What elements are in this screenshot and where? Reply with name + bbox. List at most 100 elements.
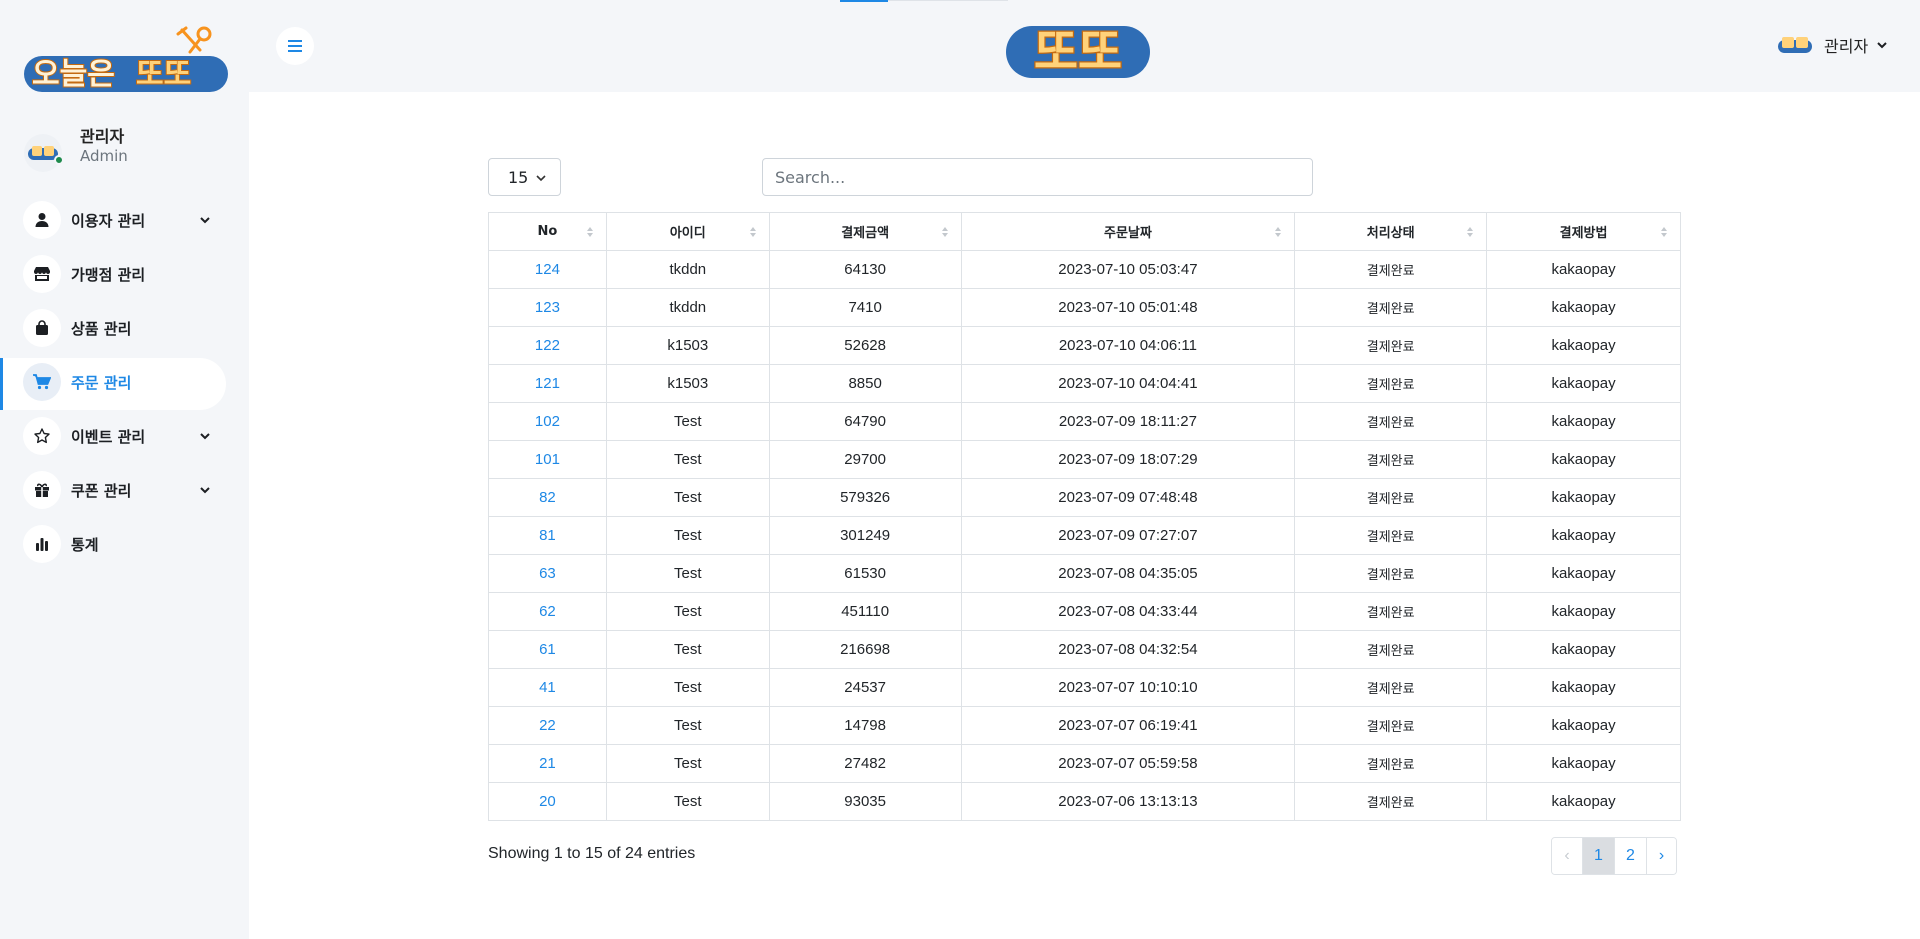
sidebar-item-stores[interactable]: 가맹점 관리: [0, 247, 249, 301]
table-row[interactable]: 82 Test 579326 2023-07-09 07:48:48 결제완료 kakao…: [488, 478, 1681, 517]
table-cell-no[interactable]: 124: [488, 250, 607, 289]
table-row[interactable]: 20 Test 93035 2023-07-06 13:13:13 결제완료 kakaop…: [488, 782, 1681, 821]
sidebar-toggle-button[interactable]: [276, 27, 314, 65]
sidebar-item-label: 가맹점 관리: [71, 265, 146, 284]
table-cell-no[interactable]: 122: [488, 326, 607, 365]
table-cell-status: 결제완료: [1294, 402, 1488, 441]
chevron-down-icon: [200, 217, 210, 224]
table-cell-order-date: 2023-07-10 04:04:41: [960, 364, 1296, 403]
pagination-next[interactable]: ›: [1646, 838, 1676, 874]
chevron-down-icon: [536, 175, 546, 182]
table-cell-no[interactable]: 62: [488, 592, 607, 631]
table-row[interactable]: 102 Test 64790 2023-07-09 18:11:27 결제완료 kakao…: [488, 402, 1681, 441]
chevron-down-icon: [200, 433, 210, 440]
star-icon: [23, 417, 61, 455]
table-cell-status: 결제완료: [1294, 516, 1488, 555]
table-cell-status: 결제완료: [1294, 364, 1488, 403]
table-cell-no[interactable]: 81: [488, 516, 607, 555]
table-cell-no[interactable]: 102: [488, 402, 607, 441]
column-header-id[interactable]: 아이디: [605, 212, 770, 251]
column-header-amount[interactable]: 결제금액: [768, 212, 962, 251]
table-row[interactable]: 63 Test 61530 2023-07-08 04:35:05 결제완료 kakaop…: [488, 554, 1681, 593]
table-row[interactable]: 122 k1503 52628 2023-07-10 04:06:11 결제완료 kaka…: [488, 326, 1681, 365]
column-header-status[interactable]: 처리상태: [1294, 212, 1488, 251]
sort-icon: [586, 227, 593, 237]
header-logo[interactable]: 또또: [1004, 14, 1152, 81]
table-cell-no[interactable]: 123: [488, 288, 607, 327]
table-cell-no[interactable]: 63: [488, 554, 607, 593]
pagination-page-2[interactable]: 2: [1614, 838, 1646, 874]
table-cell-no[interactable]: 82: [488, 478, 607, 517]
table-cell-no[interactable]: 22: [488, 706, 607, 745]
table-cell-status: 결제완료: [1294, 288, 1488, 327]
table-cell-status: 결제완료: [1294, 630, 1488, 669]
table-cell-order-date: 2023-07-07 06:19:41: [960, 706, 1296, 745]
table-row[interactable]: 81 Test 301249 2023-07-09 07:27:07 결제완료 kakao…: [488, 516, 1681, 555]
table-cell-payment-method: kakaopay: [1486, 516, 1681, 555]
sidebar-item-events[interactable]: 이벤트 관리: [0, 409, 249, 463]
table-cell-amount: 451110: [768, 592, 962, 631]
page-length-select[interactable]: 15: [488, 158, 561, 196]
brand-logo[interactable]: 오늘은 또또: [24, 26, 228, 93]
sidebar-menu: 이용자 관리 가맹점 관리 상품 관리 주문 관리 이벤트 관리 쿠폰 관리 통…: [0, 193, 249, 571]
table-cell-id: Test: [605, 554, 770, 593]
table-row[interactable]: 101 Test 29700 2023-07-09 18:07:29 결제완료 kakao…: [488, 440, 1681, 479]
user-menu[interactable]: 관리자: [1778, 32, 1888, 58]
sidebar-item-users[interactable]: 이용자 관리: [0, 193, 249, 247]
table-row[interactable]: 62 Test 451110 2023-07-08 04:33:44 결제완료 kakao…: [488, 592, 1681, 631]
table-cell-id: tkddn: [605, 288, 770, 327]
online-status-dot: [54, 155, 64, 165]
sidebar-item-products[interactable]: 상품 관리: [0, 301, 249, 355]
table-cell-no[interactable]: 20: [488, 782, 607, 821]
table-cell-payment-method: kakaopay: [1486, 478, 1681, 517]
store-icon: [23, 255, 61, 293]
table-cell-order-date: 2023-07-10 05:03:47: [960, 250, 1296, 289]
shopping-bag-icon: [23, 309, 61, 347]
sort-icon: [749, 227, 756, 237]
table-row[interactable]: 21 Test 27482 2023-07-07 05:59:58 결제완료 kakaop…: [488, 744, 1681, 783]
column-header-no[interactable]: No: [488, 212, 607, 251]
table-cell-no[interactable]: 121: [488, 364, 607, 403]
column-header-order-date[interactable]: 주문날짜: [960, 212, 1296, 251]
table-cell-amount: 61530: [768, 554, 962, 593]
person-icon: [23, 201, 61, 239]
table-row[interactable]: 61 Test 216698 2023-07-08 04:32:54 결제완료 kakao…: [488, 630, 1681, 669]
pagination-previous[interactable]: ‹: [1552, 838, 1582, 874]
table-row[interactable]: 22 Test 14798 2023-07-07 06:19:41 결제완료 kakaop…: [488, 706, 1681, 745]
table-cell-order-date: 2023-07-08 04:32:54: [960, 630, 1296, 669]
table-cell-payment-method: kakaopay: [1486, 554, 1681, 593]
table-info: Showing 1 to 15 of 24 entries: [488, 845, 696, 862]
table-cell-id: k1503: [605, 326, 770, 365]
table-cell-no[interactable]: 61: [488, 630, 607, 669]
table-row[interactable]: 124 tkddn 64130 2023-07-10 05:03:47 결제완료 kaka…: [488, 250, 1681, 289]
table-cell-no[interactable]: 41: [488, 668, 607, 707]
table-cell-id: k1503: [605, 364, 770, 403]
table-cell-order-date: 2023-07-09 18:07:29: [960, 440, 1296, 479]
table-row[interactable]: 41 Test 24537 2023-07-07 10:10:10 결제완료 kakaop…: [488, 668, 1681, 707]
sidebar-item-orders[interactable]: 주문 관리: [0, 355, 249, 410]
sidebar-item-statistics[interactable]: 통계: [0, 517, 249, 571]
sidebar-item-coupons[interactable]: 쿠폰 관리: [0, 463, 249, 517]
pagination: ‹ 1 2 ›: [1551, 837, 1677, 875]
table-cell-id: Test: [605, 402, 770, 441]
table-row[interactable]: 121 k1503 8850 2023-07-10 04:04:41 결제완료 kakao…: [488, 364, 1681, 403]
sidebar: 오늘은 또또 관리자 Admin 이용자 관리 가맹점 관리 상품 관리 주문 …: [0, 0, 249, 939]
svg-text:또또: 또또: [1034, 24, 1122, 80]
table-cell-payment-method: kakaopay: [1486, 288, 1681, 327]
table-row[interactable]: 123 tkddn 7410 2023-07-10 05:01:48 결제완료 kakao…: [488, 288, 1681, 327]
table-cell-payment-method: kakaopay: [1486, 744, 1681, 783]
column-header-payment-method[interactable]: 결제방법: [1486, 212, 1681, 251]
table-cell-no[interactable]: 101: [488, 440, 607, 479]
table-cell-status: 결제완료: [1294, 250, 1488, 289]
sidebar-item-label: 이용자 관리: [71, 211, 146, 230]
search-input[interactable]: [762, 158, 1313, 196]
sidebar-item-label: 통계: [71, 535, 99, 554]
table-cell-status: 결제완료: [1294, 782, 1488, 821]
pagination-page-1[interactable]: 1: [1582, 838, 1614, 874]
table-cell-order-date: 2023-07-10 04:06:11: [960, 326, 1296, 365]
table-cell-order-date: 2023-07-08 04:35:05: [960, 554, 1296, 593]
table-cell-no[interactable]: 21: [488, 744, 607, 783]
chevron-down-icon: [1877, 42, 1887, 49]
profile-name: 관리자: [80, 127, 125, 146]
active-item-indicator: [0, 358, 3, 410]
